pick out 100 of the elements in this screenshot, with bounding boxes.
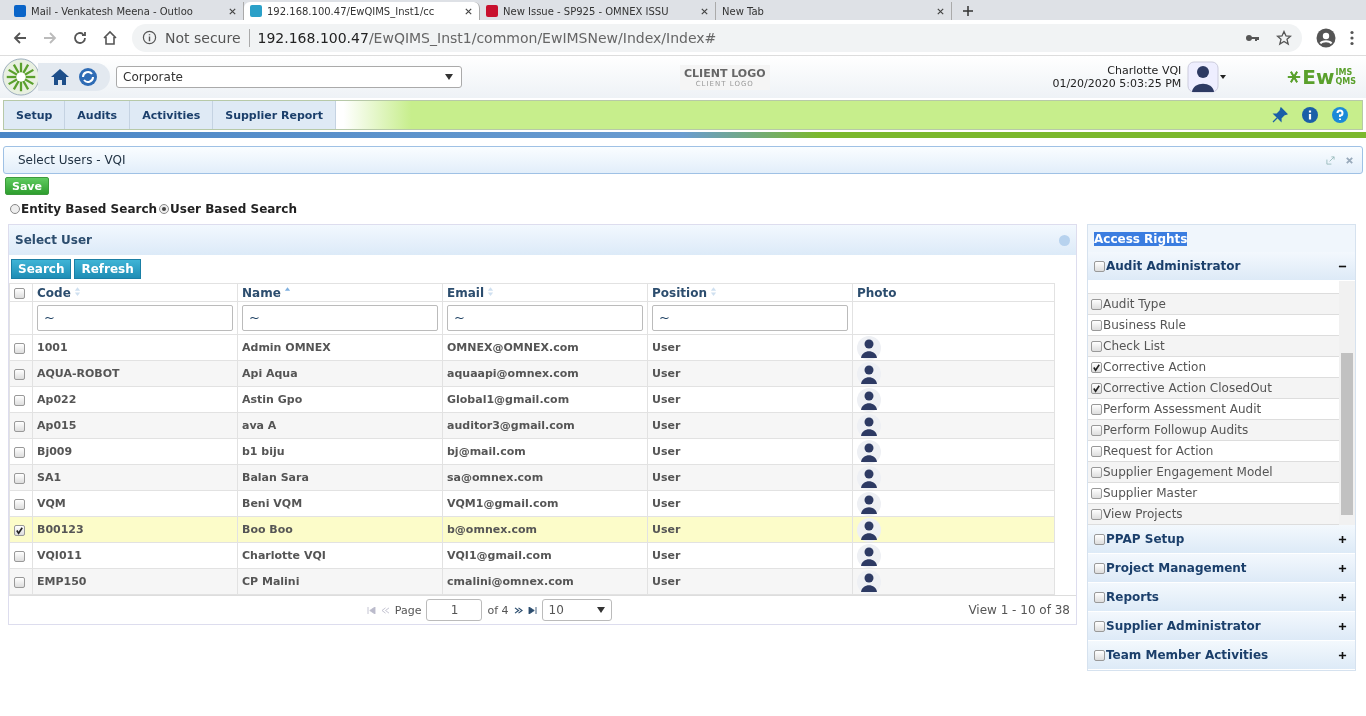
help-icon[interactable] — [1332, 107, 1348, 123]
favicon-icon — [486, 5, 498, 17]
permission-label: Audit Type — [1103, 297, 1166, 311]
table-cell: Charlotte VQI — [237, 542, 443, 569]
previous-page-icon[interactable] — [380, 606, 390, 614]
row-checkbox[interactable] — [14, 576, 25, 588]
expand-icon[interactable] — [1338, 592, 1347, 602]
menu-item[interactable]: Setup — [4, 101, 66, 129]
close-icon[interactable] — [464, 6, 473, 16]
browser-tab[interactable]: Mail - Venkatesh Meena - Outloo — [8, 2, 244, 20]
star-icon[interactable] — [1276, 29, 1292, 46]
checkbox[interactable] — [1091, 466, 1102, 478]
checkbox[interactable] — [1091, 319, 1102, 331]
refresh-icon[interactable] — [78, 67, 98, 87]
column-header[interactable]: Email — [442, 283, 648, 302]
address-bar[interactable]: Not secure 192.168.100.47/EwQIMS_Inst1/common/EwIMSNew/Index/Index# — [132, 23, 1302, 52]
checkbox[interactable] — [1094, 533, 1105, 545]
table-cell: AQUA-ROBOT — [32, 360, 238, 387]
checkbox[interactable] — [1094, 591, 1105, 603]
filter-field[interactable]: ~ — [37, 305, 233, 331]
radio-icon[interactable] — [159, 204, 170, 214]
row-checkbox[interactable] — [14, 394, 25, 406]
row-checkbox[interactable] — [14, 498, 25, 510]
checkbox[interactable] — [1091, 298, 1102, 310]
table-cell: EMP150 — [32, 568, 238, 595]
row-checkbox[interactable] — [14, 472, 25, 484]
checkbox[interactable] — [1094, 620, 1105, 632]
account-icon[interactable] — [1316, 27, 1336, 48]
checkbox[interactable] — [1094, 260, 1105, 272]
expand-icon[interactable] — [1338, 621, 1347, 631]
sunburst-logo-icon[interactable] — [2, 58, 40, 96]
page-size-select[interactable]: 10 — [541, 599, 612, 621]
popout-icon[interactable] — [1326, 155, 1335, 165]
checkbox[interactable] — [1091, 508, 1102, 520]
checkbox[interactable] — [1094, 649, 1105, 661]
column-header[interactable]: Photo — [852, 283, 1055, 302]
menu-icon[interactable] — [1350, 29, 1354, 46]
radio-option[interactable]: User Based Search — [159, 202, 297, 216]
browser-tab[interactable]: New Tab — [716, 2, 952, 20]
page-field[interactable]: 1 — [426, 599, 483, 621]
checkbox[interactable] — [1091, 424, 1102, 436]
info-icon[interactable] — [1302, 107, 1318, 123]
last-page-icon[interactable] — [527, 606, 537, 614]
row-checkbox[interactable] — [14, 420, 25, 432]
forward-icon[interactable] — [42, 29, 58, 46]
browser-tab[interactable]: 192.168.100.47/EwQIMS_Inst1/cc — [244, 2, 480, 20]
expand-icon[interactable] — [1338, 650, 1347, 660]
permission-label: Perform Assessment Audit — [1103, 402, 1262, 416]
filter-field[interactable]: ~ — [447, 305, 643, 331]
table-cell: Balan Sara — [237, 464, 443, 491]
close-icon[interactable] — [228, 6, 237, 16]
checkbox[interactable] — [1091, 340, 1102, 352]
close-icon[interactable] — [700, 6, 709, 16]
permission-label: Corrective Action ClosedOut — [1103, 381, 1272, 395]
menu-item[interactable]: Audits — [65, 101, 131, 129]
home-icon[interactable] — [50, 67, 70, 87]
column-header[interactable]: Code — [32, 283, 238, 302]
permission-label: Perform Followup Audits — [1103, 423, 1249, 437]
first-page-icon[interactable] — [366, 606, 376, 614]
table-cell: cmalini@omnex.com — [442, 568, 648, 595]
table-cell: Ap022 — [32, 386, 238, 413]
filter-field[interactable]: ~ — [242, 305, 438, 331]
row-checkbox[interactable] — [14, 342, 25, 354]
browser-tab[interactable]: New Issue - SP925 - OMNEX ISSU — [480, 2, 716, 20]
new-tab-icon[interactable] — [962, 5, 974, 17]
radio-option[interactable]: Entity Based Search — [10, 202, 158, 216]
checkbox[interactable] — [1091, 382, 1102, 394]
user-avatar-icon[interactable] — [1187, 61, 1228, 93]
home-icon[interactable] — [102, 29, 118, 46]
radio-icon[interactable] — [10, 204, 20, 214]
column-header[interactable]: Name — [237, 283, 443, 302]
menu-item[interactable]: Activities — [130, 101, 214, 129]
entity-select[interactable]: Corporate — [116, 66, 462, 88]
filter-field[interactable]: ~ — [652, 305, 848, 331]
column-header[interactable]: Position — [647, 283, 853, 302]
checkbox[interactable] — [1094, 562, 1105, 574]
checkbox[interactable] — [1091, 487, 1102, 499]
row-checkbox[interactable] — [14, 368, 25, 380]
close-icon[interactable] — [936, 6, 945, 16]
back-icon[interactable] — [12, 29, 28, 46]
pin-icon[interactable] — [1272, 107, 1288, 123]
table-cell: Astin Gpo — [237, 386, 443, 413]
expand-icon[interactable] — [1338, 563, 1347, 573]
scrollbar[interactable] — [1339, 281, 1355, 525]
row-checkbox[interactable] — [14, 550, 25, 562]
table-cell: ava A — [237, 412, 443, 439]
menu-item[interactable]: Supplier Report — [213, 101, 336, 129]
next-page-icon[interactable] — [513, 606, 523, 614]
checkbox[interactable] — [1091, 445, 1102, 457]
checkbox[interactable] — [14, 287, 25, 299]
reload-icon[interactable] — [72, 29, 88, 46]
checkbox[interactable] — [1091, 403, 1102, 415]
row-checkbox[interactable] — [14, 446, 25, 458]
table-cell: VQM — [32, 490, 238, 517]
checkbox[interactable] — [1091, 361, 1102, 373]
table-cell: b1 biju — [237, 438, 443, 465]
table-cell: VQI011 — [32, 542, 238, 569]
row-checkbox[interactable] — [14, 524, 25, 536]
table-cell: SA1 — [32, 464, 238, 491]
expand-icon[interactable] — [1338, 534, 1347, 544]
